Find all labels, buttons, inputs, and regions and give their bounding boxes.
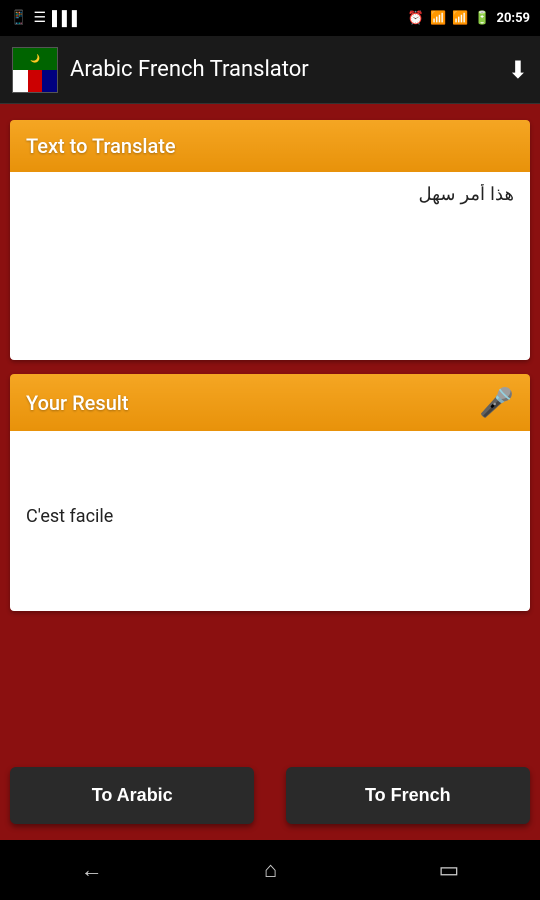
app-icon: 🌙 xyxy=(12,47,58,93)
signal-bars-icon: ▌▌▌ xyxy=(52,10,82,27)
app-title: Arabic French Translator xyxy=(70,57,508,82)
app-bar: 🌙 Arabic French Translator ⬇ xyxy=(0,36,540,104)
nav-bar: ← ⌂ ▭ xyxy=(0,840,540,900)
wifi-icon: 📶 xyxy=(430,11,446,26)
home-icon[interactable]: ⌂ xyxy=(264,857,277,883)
translation-input[interactable] xyxy=(26,184,514,344)
input-section-header: Text to Translate xyxy=(10,120,530,172)
flag-white xyxy=(13,70,28,92)
flag-bottom-french xyxy=(13,70,57,92)
to-arabic-button[interactable]: To Arabic xyxy=(10,767,254,824)
recent-apps-icon[interactable]: ▭ xyxy=(439,858,460,883)
download-icon[interactable]: ⬇ xyxy=(508,56,528,84)
signal-icon: 📶 xyxy=(452,11,468,26)
menu-icon: ☰ xyxy=(33,10,46,26)
status-right: ⏰ 📶 📶 🔋 20:59 xyxy=(408,11,530,26)
bottom-buttons: To Arabic To French xyxy=(0,755,540,840)
whatsapp-icon: 📱 xyxy=(10,10,27,26)
result-section-header: Your Result 🎤 xyxy=(10,374,530,431)
alarm-icon: ⏰ xyxy=(408,11,424,26)
microphone-icon[interactable]: 🎤 xyxy=(479,386,514,419)
main-content: Text to Translate Your Result 🎤 C'est fa… xyxy=(0,104,540,755)
flag-top-saudi: 🌙 xyxy=(13,48,57,70)
input-section-title: Text to Translate xyxy=(26,134,176,158)
input-section: Text to Translate xyxy=(10,120,530,360)
flag-red xyxy=(28,70,43,92)
to-french-button[interactable]: To French xyxy=(286,767,530,824)
result-section-body: C'est facile xyxy=(10,431,530,611)
result-section: Your Result 🎤 C'est facile xyxy=(10,374,530,611)
battery-icon: 🔋 xyxy=(474,11,490,26)
flag-blue xyxy=(42,70,57,92)
time-display: 20:59 xyxy=(497,11,531,26)
result-text: C'est facile xyxy=(26,443,514,530)
back-icon[interactable]: ← xyxy=(81,857,103,883)
status-icons-left: 📱 ☰ ▌▌▌ xyxy=(10,10,82,27)
result-section-title: Your Result xyxy=(26,391,129,415)
status-bar: 📱 ☰ ▌▌▌ ⏰ 📶 📶 🔋 20:59 xyxy=(0,0,540,36)
input-section-body[interactable] xyxy=(10,172,530,360)
